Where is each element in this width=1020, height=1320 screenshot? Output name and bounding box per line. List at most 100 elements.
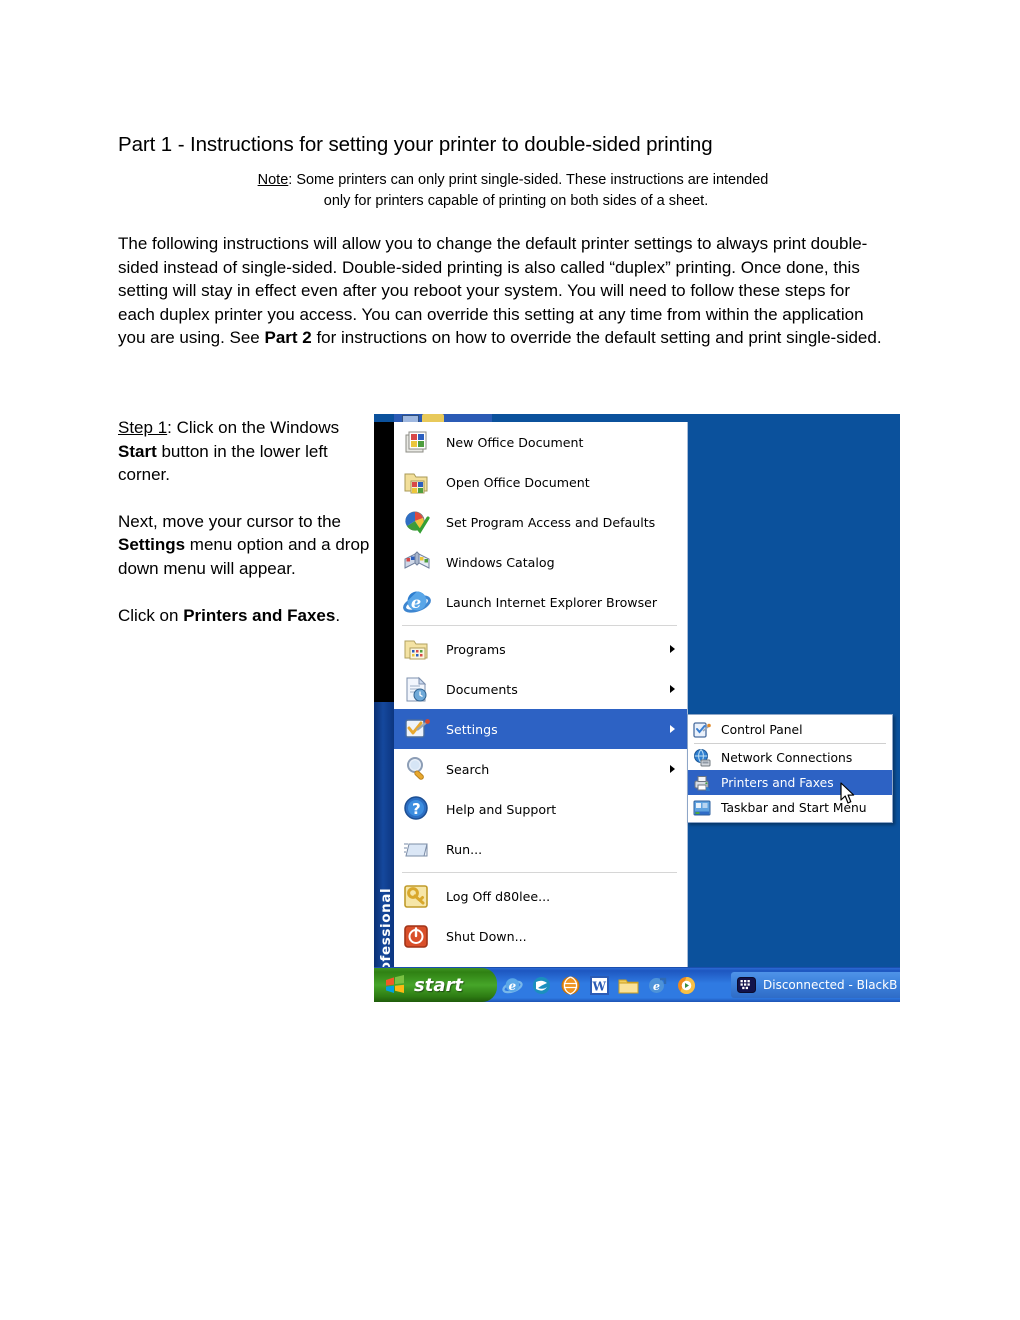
- start-menu-item-label: Shut Down...: [446, 928, 527, 944]
- note-label: Note: [257, 172, 289, 188]
- start-menu-item-label: Programs: [446, 641, 506, 657]
- chevron-right-icon: [670, 765, 675, 773]
- taskbar-start-menu-icon: [692, 798, 712, 818]
- documents-icon: [402, 674, 432, 704]
- start-menu-item-label: Windows Catalog: [446, 554, 555, 570]
- start-menu-item-label: Open Office Document: [446, 474, 590, 490]
- microsoft-word-icon[interactable]: W: [589, 975, 610, 996]
- search-magnifier-icon: [402, 754, 432, 784]
- start-menu-item-new-office-document[interactable]: New Office Document: [394, 422, 687, 462]
- orange-globe-icon[interactable]: [560, 975, 581, 996]
- intro-part2-bold: Part 2: [264, 328, 312, 348]
- internet-explorer-icon: e: [402, 587, 432, 617]
- start-menu-item-label: New Office Document: [446, 434, 584, 450]
- start-menu-top-sliver: [374, 414, 900, 424]
- start-menu-item-label: Log Off d80lee...: [446, 888, 551, 904]
- new-office-document-icon: [402, 427, 432, 457]
- open-office-document-icon: [402, 467, 432, 497]
- start-button[interactable]: start: [374, 968, 497, 1002]
- submenu-separator: [694, 743, 886, 744]
- windows-xp-branding-column: Windows XP Professional: [374, 702, 394, 1002]
- start-menu-item-label: Run...: [446, 841, 483, 857]
- start-menu-separator-1: [402, 625, 677, 626]
- submenu-item-control-panel[interactable]: Control Panel: [688, 717, 892, 742]
- windows-flag-icon: [384, 974, 406, 996]
- submenu-item-label: Taskbar and Start Menu: [721, 800, 867, 815]
- submenu-item-printers-and-faxes[interactable]: Printers and Faxes: [688, 770, 892, 795]
- note-block: Note: Some printers can only print singl…: [118, 170, 900, 211]
- start-menu-item-settings[interactable]: Settings: [394, 709, 687, 749]
- step-1-label: Step 1: [118, 418, 168, 437]
- start-menu-item-help-and-support[interactable]: ? Help and Support: [394, 789, 687, 829]
- submenu-item-label: Network Connections: [721, 750, 853, 765]
- quick-launch-bar: e W e: [502, 968, 705, 1002]
- intro-text-part-2: for instructions on how to override the …: [311, 328, 882, 348]
- taskbar-button-blackberry[interactable]: Disconnected - BlackB: [731, 972, 900, 998]
- chevron-right-icon: [670, 685, 675, 693]
- programs-folder-icon: [402, 634, 432, 664]
- start-menu-item-label: Set Program Access and Defaults: [446, 514, 656, 530]
- step-paragraph-1: Step 1: Click on the Windows Start butto…: [118, 416, 370, 487]
- msn-messenger-icon[interactable]: [531, 975, 552, 996]
- folder-icon[interactable]: [618, 975, 639, 996]
- start-button-label: start: [414, 974, 463, 996]
- start-menu-item-shut-down[interactable]: Shut Down...: [394, 916, 687, 956]
- media-player-icon[interactable]: [676, 975, 697, 996]
- show-desktop-icon[interactable]: e: [647, 975, 668, 996]
- start-menu-item-label: Help and Support: [446, 801, 557, 817]
- step-1-text-a: : Click on the Windows: [167, 418, 340, 437]
- start-menu-item-search[interactable]: Search: [394, 749, 687, 789]
- network-connections-icon: [692, 748, 712, 768]
- svg-text:W: W: [592, 979, 607, 993]
- step-2-text-a: Next, move your cursor to the: [118, 511, 341, 531]
- settings-icon: [402, 714, 432, 744]
- submenu-item-label: Printers and Faxes: [721, 775, 834, 790]
- help-question-icon: ?: [402, 794, 432, 824]
- start-menu-item-programs[interactable]: Programs: [394, 629, 687, 669]
- start-menu-item-open-office-document[interactable]: Open Office Document: [394, 462, 687, 502]
- start-menu-item-documents[interactable]: Documents: [394, 669, 687, 709]
- submenu-item-network-connections[interactable]: Network Connections: [688, 745, 892, 770]
- shut-down-power-icon: [402, 921, 432, 951]
- step-instructions-column: Step 1: Click on the Windows Start butto…: [118, 416, 370, 627]
- windows-xp-start-menu-screenshot: Windows XP Professional New Office Docum…: [374, 414, 900, 1002]
- taskbar-button-label: Disconnected - BlackB: [763, 978, 898, 992]
- blackberry-icon: [737, 977, 756, 993]
- svg-text:?: ?: [412, 800, 421, 818]
- set-program-access-icon: [402, 507, 432, 537]
- start-menu-separator-2: [402, 872, 677, 873]
- start-menu-item-launch-internet-explorer[interactable]: e Launch Internet Explorer Browser: [394, 582, 687, 622]
- start-menu-item-log-off[interactable]: Log Off d80lee...: [394, 876, 687, 916]
- settings-submenu: Control Panel Network Connections Printe…: [687, 714, 893, 823]
- start-menu-item-label: Launch Internet Explorer Browser: [446, 594, 658, 610]
- start-menu-item-run[interactable]: Run...: [394, 829, 687, 869]
- step-3-text-b: .: [335, 605, 341, 625]
- start-menu-panel: New Office Document Open Office Document: [394, 422, 688, 974]
- step-3-text-a: Click on: [118, 605, 184, 625]
- svg-text:e: e: [411, 593, 421, 612]
- step-paragraph-2: Next, move your cursor to the Settings m…: [118, 510, 370, 581]
- chevron-right-icon: [670, 645, 675, 653]
- start-menu-item-windows-catalog[interactable]: Windows Catalog: [394, 542, 687, 582]
- start-menu-item-set-program-access[interactable]: Set Program Access and Defaults: [394, 502, 687, 542]
- intro-paragraph: The following instructions will allow yo…: [118, 232, 890, 350]
- windows-catalog-icon: [402, 547, 432, 577]
- note-line-2: only for printers capable of printing on…: [323, 192, 709, 209]
- control-panel-icon: [692, 720, 712, 740]
- chevron-right-icon: [670, 725, 675, 733]
- partial-icon-b: [422, 414, 444, 422]
- start-menu-item-label: Settings: [446, 721, 498, 737]
- log-off-key-icon: [402, 881, 432, 911]
- taskbar: start e W e Disconnected - BlackB: [374, 967, 900, 1002]
- start-bold: Start: [118, 441, 157, 461]
- svg-text:e: e: [509, 979, 517, 993]
- printers-and-faxes-bold: Printers and Faxes: [183, 605, 336, 625]
- note-line-1: : Some printers can only print single-si…: [288, 172, 769, 188]
- submenu-item-taskbar-and-start-menu[interactable]: Taskbar and Start Menu: [688, 795, 892, 820]
- start-menu-left-black-strip: [374, 422, 394, 702]
- settings-bold: Settings: [118, 535, 186, 555]
- submenu-item-label: Control Panel: [721, 722, 803, 737]
- svg-text:e: e: [653, 980, 660, 993]
- start-menu-item-label: Documents: [446, 681, 518, 697]
- internet-explorer-icon[interactable]: e: [502, 975, 523, 996]
